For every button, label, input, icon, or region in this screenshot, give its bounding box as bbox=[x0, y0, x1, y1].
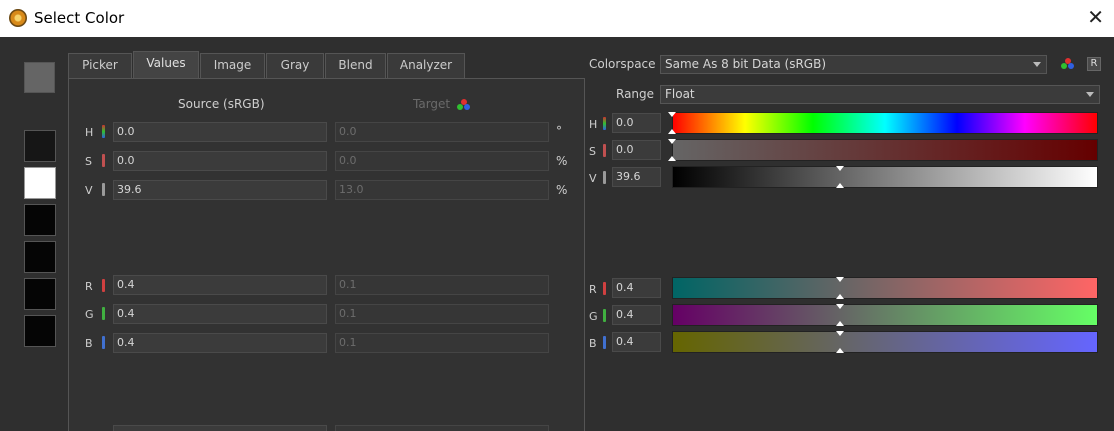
value-slider-label: V bbox=[589, 172, 597, 185]
title-bar: Select Color ✕ bbox=[0, 0, 1114, 37]
current-color-swatch[interactable] bbox=[24, 62, 55, 93]
history-swatch[interactable] bbox=[24, 315, 56, 347]
source-column-header: Source (sRGB) bbox=[178, 97, 265, 111]
saturation-label: S bbox=[85, 155, 92, 168]
blue-slider-label: B bbox=[589, 337, 597, 350]
red-slider-handle[interactable] bbox=[836, 277, 844, 282]
value-slider[interactable] bbox=[672, 166, 1098, 188]
history-swatch[interactable] bbox=[24, 204, 56, 236]
green-target-field: 0.1 bbox=[335, 304, 549, 324]
green-source-field[interactable]: 0.4 bbox=[113, 304, 327, 324]
tab-analyzer[interactable]: Analyzer bbox=[387, 53, 465, 78]
blue-indicator bbox=[102, 336, 105, 349]
value-label: V bbox=[85, 184, 93, 197]
colorspace-value: Same As 8 bit Data (sRGB) bbox=[665, 57, 827, 71]
hue-slider-handle-bottom bbox=[668, 129, 676, 134]
red-source-field[interactable]: 0.4 bbox=[113, 275, 327, 295]
blue-source-field[interactable]: 0.4 bbox=[113, 333, 327, 353]
value-slider-handle[interactable] bbox=[836, 166, 844, 171]
red-indicator bbox=[102, 279, 105, 292]
blue-indicator bbox=[603, 336, 606, 349]
blue-slider-handle-bottom bbox=[836, 348, 844, 353]
range-value: Float bbox=[665, 87, 695, 101]
red-slider[interactable] bbox=[672, 277, 1098, 299]
chevron-down-icon bbox=[1033, 62, 1041, 67]
saturation-target-field: 0.0 bbox=[335, 151, 549, 171]
value-target-field: 13.0 bbox=[335, 180, 549, 200]
color-management-icon[interactable] bbox=[1061, 58, 1075, 70]
blue-slider[interactable] bbox=[672, 331, 1098, 353]
saturation-slider-label: S bbox=[589, 145, 596, 158]
value-slider-field[interactable]: 39.6 bbox=[612, 167, 661, 187]
extra-target-field bbox=[335, 425, 549, 431]
tab-blend[interactable]: Blend bbox=[325, 53, 386, 78]
tab-image[interactable]: Image bbox=[200, 53, 265, 78]
red-slider-handle-bottom bbox=[836, 294, 844, 299]
extra-source-field[interactable] bbox=[113, 425, 327, 431]
value-source-field[interactable]: 39.6 bbox=[113, 180, 327, 200]
saturation-slider[interactable] bbox=[672, 139, 1098, 161]
target-column-header: Target bbox=[413, 97, 451, 111]
blue-label: B bbox=[85, 337, 93, 350]
chevron-down-icon bbox=[1086, 92, 1094, 97]
green-slider-field[interactable]: 0.4 bbox=[612, 305, 661, 325]
saturation-indicator bbox=[603, 144, 606, 157]
blue-slider-field[interactable]: 0.4 bbox=[612, 332, 661, 352]
green-slider-handle-bottom bbox=[836, 321, 844, 326]
range-dropdown[interactable]: Float bbox=[660, 85, 1100, 104]
red-slider-label: R bbox=[589, 283, 597, 296]
saturation-unit: % bbox=[556, 154, 568, 168]
hue-label: H bbox=[85, 126, 94, 139]
window-title: Select Color bbox=[34, 9, 125, 27]
hue-target-field: 0.0 bbox=[335, 122, 549, 142]
hue-indicator bbox=[603, 117, 606, 130]
red-indicator bbox=[603, 282, 606, 295]
color-management-icon[interactable] bbox=[457, 99, 471, 111]
history-swatch[interactable] bbox=[24, 241, 56, 273]
green-indicator bbox=[102, 307, 105, 320]
saturation-indicator bbox=[102, 154, 105, 167]
saturation-slider-handle-bottom bbox=[668, 156, 676, 161]
red-slider-field[interactable]: 0.4 bbox=[612, 278, 661, 298]
value-unit: % bbox=[556, 183, 568, 197]
hue-indicator bbox=[102, 125, 105, 138]
hue-source-field[interactable]: 0.0 bbox=[113, 122, 327, 142]
hue-unit: ° bbox=[556, 124, 562, 138]
tab-gray[interactable]: Gray bbox=[266, 53, 324, 78]
green-slider-handle[interactable] bbox=[836, 304, 844, 309]
saturation-slider-field[interactable]: 0.0 bbox=[612, 140, 661, 160]
colorspace-label: Colorspace bbox=[589, 57, 656, 71]
green-indicator bbox=[603, 309, 606, 322]
value-indicator bbox=[102, 183, 105, 196]
reset-button[interactable]: R bbox=[1087, 57, 1101, 71]
history-swatch[interactable] bbox=[24, 278, 56, 310]
range-label: Range bbox=[616, 87, 655, 101]
value-indicator bbox=[603, 171, 606, 184]
history-swatch[interactable] bbox=[24, 130, 56, 162]
green-label: G bbox=[85, 308, 94, 321]
hue-slider[interactable] bbox=[672, 112, 1098, 134]
hue-slider-handle[interactable] bbox=[668, 112, 676, 117]
app-icon bbox=[9, 9, 27, 27]
history-swatch[interactable] bbox=[24, 167, 56, 199]
green-slider[interactable] bbox=[672, 304, 1098, 326]
tab-picker[interactable]: Picker bbox=[68, 53, 132, 78]
green-slider-label: G bbox=[589, 310, 598, 323]
tab-values[interactable]: Values bbox=[133, 51, 199, 79]
blue-slider-handle[interactable] bbox=[836, 331, 844, 336]
close-icon[interactable]: ✕ bbox=[1087, 6, 1104, 28]
red-target-field: 0.1 bbox=[335, 275, 549, 295]
saturation-source-field[interactable]: 0.0 bbox=[113, 151, 327, 171]
hue-slider-label: H bbox=[589, 118, 598, 131]
hue-slider-field[interactable]: 0.0 bbox=[612, 113, 661, 133]
value-slider-handle-bottom bbox=[836, 183, 844, 188]
red-label: R bbox=[85, 280, 93, 293]
blue-target-field: 0.1 bbox=[335, 333, 549, 353]
saturation-slider-handle[interactable] bbox=[668, 139, 676, 144]
colorspace-dropdown[interactable]: Same As 8 bit Data (sRGB) bbox=[660, 55, 1047, 74]
